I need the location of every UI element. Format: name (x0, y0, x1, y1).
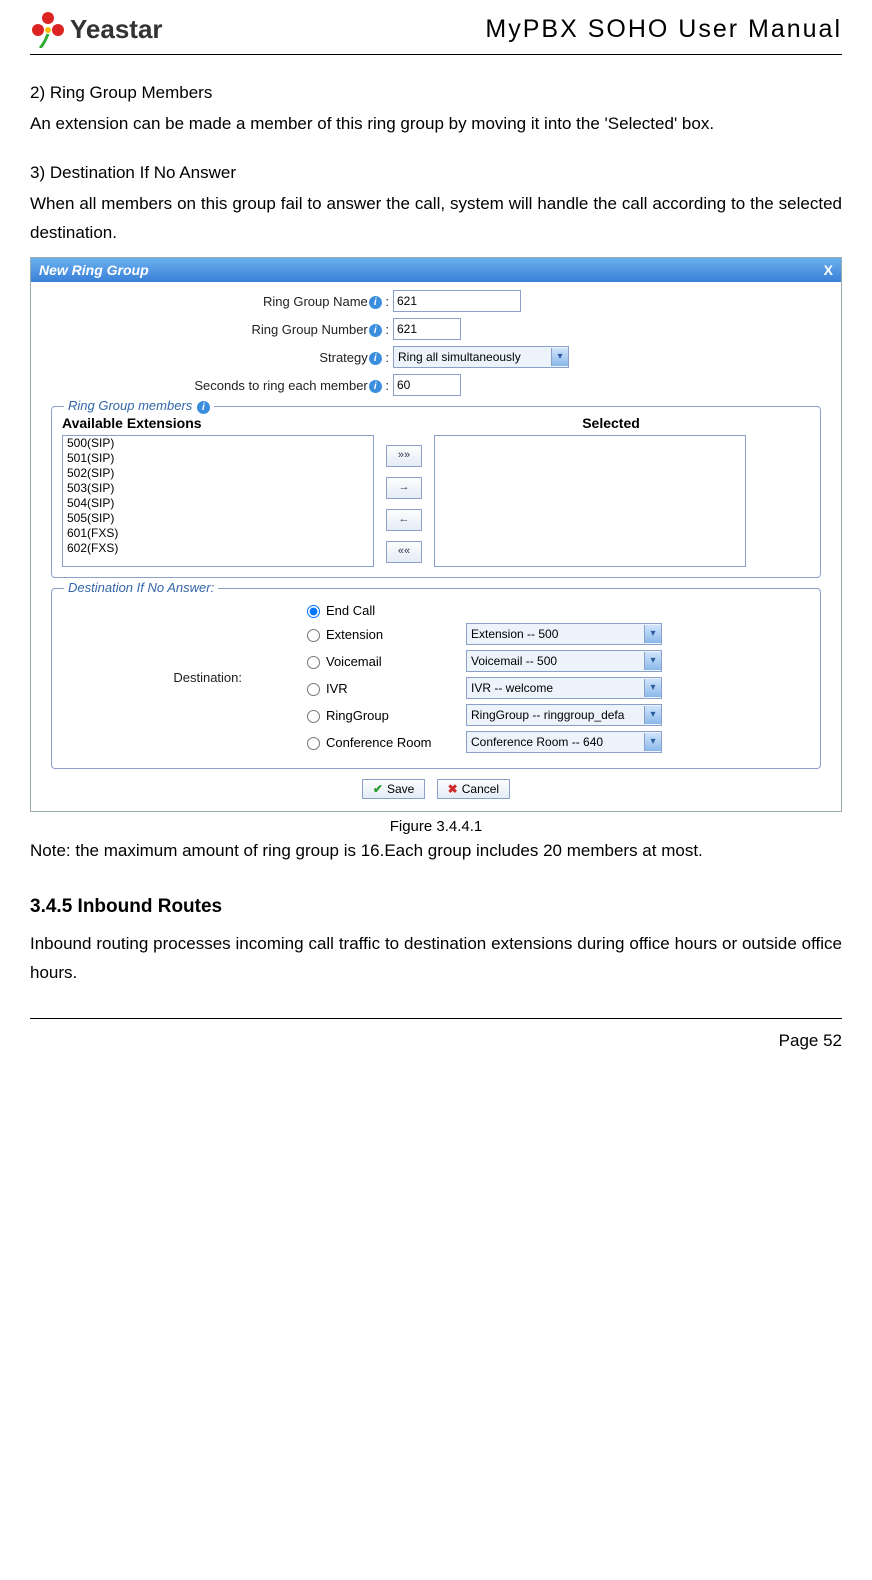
destination-fieldset: Destination If No Answer: Destination: E… (51, 588, 821, 769)
members-legend: Ring Group members i (64, 398, 214, 413)
subsection-body: Inbound routing processes incoming call … (30, 930, 842, 988)
destination-select[interactable]: RingGroup -- ringgroup_defa ▾ (466, 704, 662, 726)
dialog-title: New Ring Group (39, 262, 149, 278)
destination-option-label: Voicemail (326, 654, 466, 669)
move-left-button[interactable]: ← (386, 509, 422, 531)
save-label: Save (387, 782, 414, 796)
page-footer: Page 52 (30, 1018, 842, 1051)
destination-option-row: Extension Extension -- 500 ▾ (302, 623, 662, 645)
list-item[interactable]: 505(SIP) (63, 511, 373, 526)
move-right-button[interactable]: → (386, 477, 422, 499)
list-item[interactable]: 501(SIP) (63, 451, 373, 466)
selected-heading: Selected (412, 415, 810, 431)
strategy-label: Strategyi : (49, 350, 393, 365)
destination-option-row: Conference Room Conference Room -- 640 ▾ (302, 731, 662, 753)
seconds-input[interactable] (393, 374, 461, 396)
dialog-titlebar: New Ring Group X (31, 258, 841, 282)
note-text: Note: the maximum amount of ring group i… (30, 837, 842, 866)
cancel-button[interactable]: ✖ Cancel (437, 779, 510, 799)
chevron-down-icon: ▾ (644, 679, 661, 697)
destination-radio[interactable] (307, 629, 320, 642)
section-2-body: An extension can be made a member of thi… (30, 110, 842, 139)
destination-select[interactable]: Voicemail -- 500 ▾ (466, 650, 662, 672)
ring-group-number-label: Ring Group Numberi : (49, 322, 393, 337)
chevron-down-icon: ▾ (644, 652, 661, 670)
destination-option-row: RingGroup RingGroup -- ringgroup_defa ▾ (302, 704, 662, 726)
page-header: Yeastar MyPBX SOHO User Manual (30, 10, 842, 55)
chevron-down-icon: ▾ (644, 706, 661, 724)
list-item[interactable]: 504(SIP) (63, 496, 373, 511)
info-icon[interactable]: i (369, 296, 382, 309)
ring-group-members-fieldset: Ring Group members i Available Extension… (51, 406, 821, 578)
destination-option-row: IVR IVR -- welcome ▾ (302, 677, 662, 699)
info-icon[interactable]: i (369, 380, 382, 393)
move-all-left-button[interactable]: «« (386, 541, 422, 563)
destination-select-value: IVR -- welcome (471, 681, 553, 695)
destination-select-value: Voicemail -- 500 (471, 654, 557, 668)
figure-caption: Figure 3.4.4.1 (30, 818, 842, 835)
destination-option-label: RingGroup (326, 708, 466, 723)
destination-radio[interactable] (307, 656, 320, 669)
list-item[interactable]: 502(SIP) (63, 466, 373, 481)
section-3-body: When all members on this group fail to a… (30, 190, 842, 248)
ring-group-number-input[interactable] (393, 318, 461, 340)
ring-group-name-label: Ring Group Namei : (49, 294, 393, 309)
destination-select[interactable]: Extension -- 500 ▾ (466, 623, 662, 645)
destination-option-label: Extension (326, 627, 466, 642)
subsection-title: 3.4.5 Inbound Routes (30, 896, 842, 918)
brand-text: Yeastar (70, 14, 163, 45)
destination-select[interactable]: Conference Room -- 640 ▾ (466, 731, 662, 753)
destination-select-value: Extension -- 500 (471, 627, 558, 641)
cancel-label: Cancel (462, 782, 499, 796)
list-item[interactable]: 601(FXS) (63, 526, 373, 541)
list-item[interactable]: 602(FXS) (63, 541, 373, 556)
section-2-title: 2) Ring Group Members (30, 79, 842, 108)
available-extensions-list[interactable]: 500(SIP)501(SIP)502(SIP)503(SIP)504(SIP)… (62, 435, 374, 567)
check-icon: ✔ (373, 782, 383, 796)
destination-radio[interactable] (307, 605, 320, 618)
destination-radio[interactable] (307, 683, 320, 696)
new-ring-group-dialog: New Ring Group X Ring Group Namei : Ring… (30, 257, 842, 812)
destination-option-label: Conference Room (326, 735, 466, 750)
seconds-label: Seconds to ring each memberi : (49, 378, 393, 393)
x-icon: ✖ (448, 782, 458, 796)
section-3-title: 3) Destination If No Answer (30, 159, 842, 188)
flower-icon (30, 10, 66, 48)
chevron-down-icon: ▾ (644, 625, 661, 643)
destination-select[interactable]: IVR -- welcome ▾ (466, 677, 662, 699)
chevron-down-icon: ▾ (551, 348, 568, 366)
strategy-select[interactable]: Ring all simultaneously ▾ (393, 346, 569, 368)
chevron-down-icon: ▾ (644, 733, 661, 751)
close-icon[interactable]: X (824, 262, 833, 278)
destination-select-value: Conference Room -- 640 (471, 735, 603, 749)
destination-radio[interactable] (307, 710, 320, 723)
info-icon[interactable]: i (197, 401, 210, 414)
strategy-value: Ring all simultaneously (398, 350, 521, 364)
destination-radio[interactable] (307, 737, 320, 750)
destination-side-label: Destination: (62, 670, 262, 685)
info-icon[interactable]: i (369, 324, 382, 337)
destination-option-label: IVR (326, 681, 466, 696)
list-item[interactable]: 503(SIP) (63, 481, 373, 496)
selected-extensions-list[interactable] (434, 435, 746, 567)
list-item[interactable]: 500(SIP) (63, 436, 373, 451)
document-title: MyPBX SOHO User Manual (485, 15, 842, 44)
destination-option-label: End Call (326, 603, 466, 618)
destination-option-row: Voicemail Voicemail -- 500 ▾ (302, 650, 662, 672)
ring-group-name-input[interactable] (393, 290, 521, 312)
save-button[interactable]: ✔ Save (362, 779, 425, 799)
info-icon[interactable]: i (369, 352, 382, 365)
available-heading: Available Extensions (62, 415, 412, 431)
brand-logo: Yeastar (30, 10, 163, 48)
destination-option-row: End Call (302, 602, 662, 618)
move-all-right-button[interactable]: »» (386, 445, 422, 467)
destination-legend: Destination If No Answer: (64, 580, 218, 595)
destination-select-value: RingGroup -- ringgroup_defa (471, 708, 624, 722)
